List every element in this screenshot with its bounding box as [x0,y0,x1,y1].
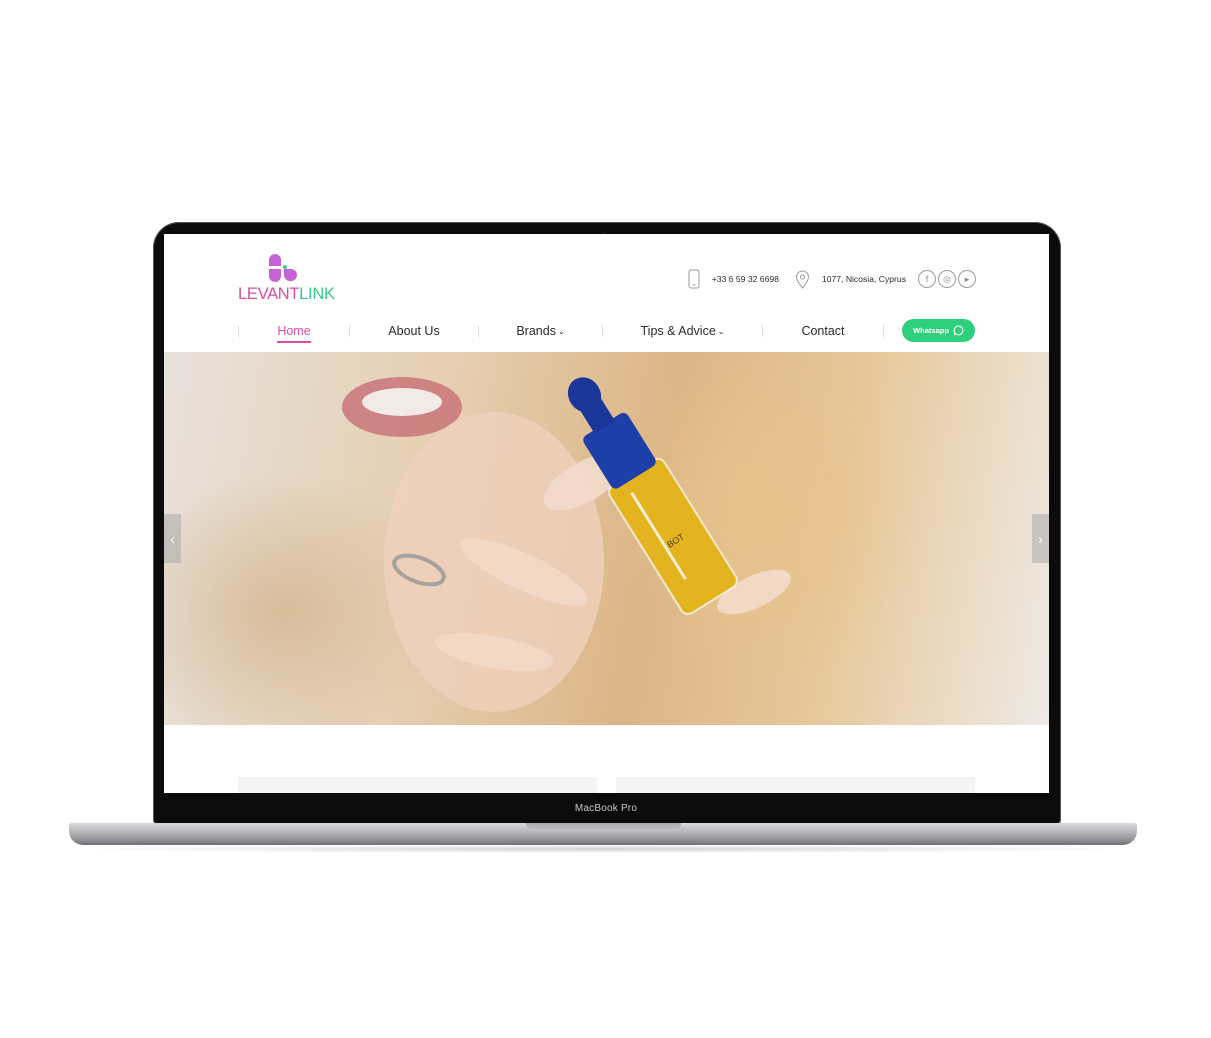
logo-mark-icon [269,254,297,282]
facebook-icon[interactable]: f [918,270,936,288]
logo-text-levant: LEVANT [238,285,300,303]
nav-item-brands-label: Brands [516,324,556,338]
hero-image: BOT [342,377,791,712]
instagram-icon[interactable]: ◎ [938,270,956,288]
nav-item-about-us[interactable]: About Us [388,324,439,338]
location-pin-icon [795,269,810,289]
content-card [238,777,597,793]
slider-prev-button[interactable]: ‹ [164,514,181,563]
nav-item-home[interactable]: Home [277,324,312,343]
chevron-down-icon: ⌄ [717,327,725,336]
whatsapp-icon [953,325,964,336]
slider-next-button[interactable]: › [1032,514,1049,563]
youtube-icon[interactable]: ▸ [958,270,976,288]
phone-number: +33 6 59 32 6698 [711,274,779,284]
main-navigation: Home About Us Brands ⌄ Tips & Advice ⌄ Con… [238,318,975,344]
phone-contact[interactable]: +33 6 59 32 6698 [688,269,779,289]
site-logo[interactable]: LEVANTLINK [238,252,338,306]
nav-divider [883,325,884,337]
nav-item-contact[interactable]: Contact [801,324,844,338]
nav-item-tips-advice[interactable]: Tips & Advice ⌄ [641,324,725,338]
contact-bar: +33 6 59 32 6698 1077, Nicosia, Cyprus f… [688,267,976,291]
laptop-screen: LEVANTLINK +33 6 59 32 6698 1077, Nicosi… [164,234,1049,793]
hero-slider: BOT ‹ › [164,352,1049,725]
nav-item-brands[interactable]: Brands ⌄ [516,324,564,338]
social-links: f ◎ ▸ [918,270,976,288]
laptop-base-notch [526,823,681,831]
device-label: MacBook Pro [574,803,638,814]
address-text: 1077, Nicosia, Cyprus [821,274,906,284]
whatsapp-button[interactable]: Whatsapp [902,319,975,342]
chevron-down-icon: ⌄ [557,327,565,336]
logo-wordmark: LEVANTLINK [238,285,335,304]
whatsapp-label: Whatsapp [913,326,949,335]
nav-item-tips-advice-label: Tips & Advice [640,324,716,338]
phone-icon [688,269,700,289]
content-card [616,777,975,793]
address-contact: 1077, Nicosia, Cyprus [795,269,906,289]
logo-text-link: LINK [299,285,335,303]
laptop-shadow [64,845,1142,853]
